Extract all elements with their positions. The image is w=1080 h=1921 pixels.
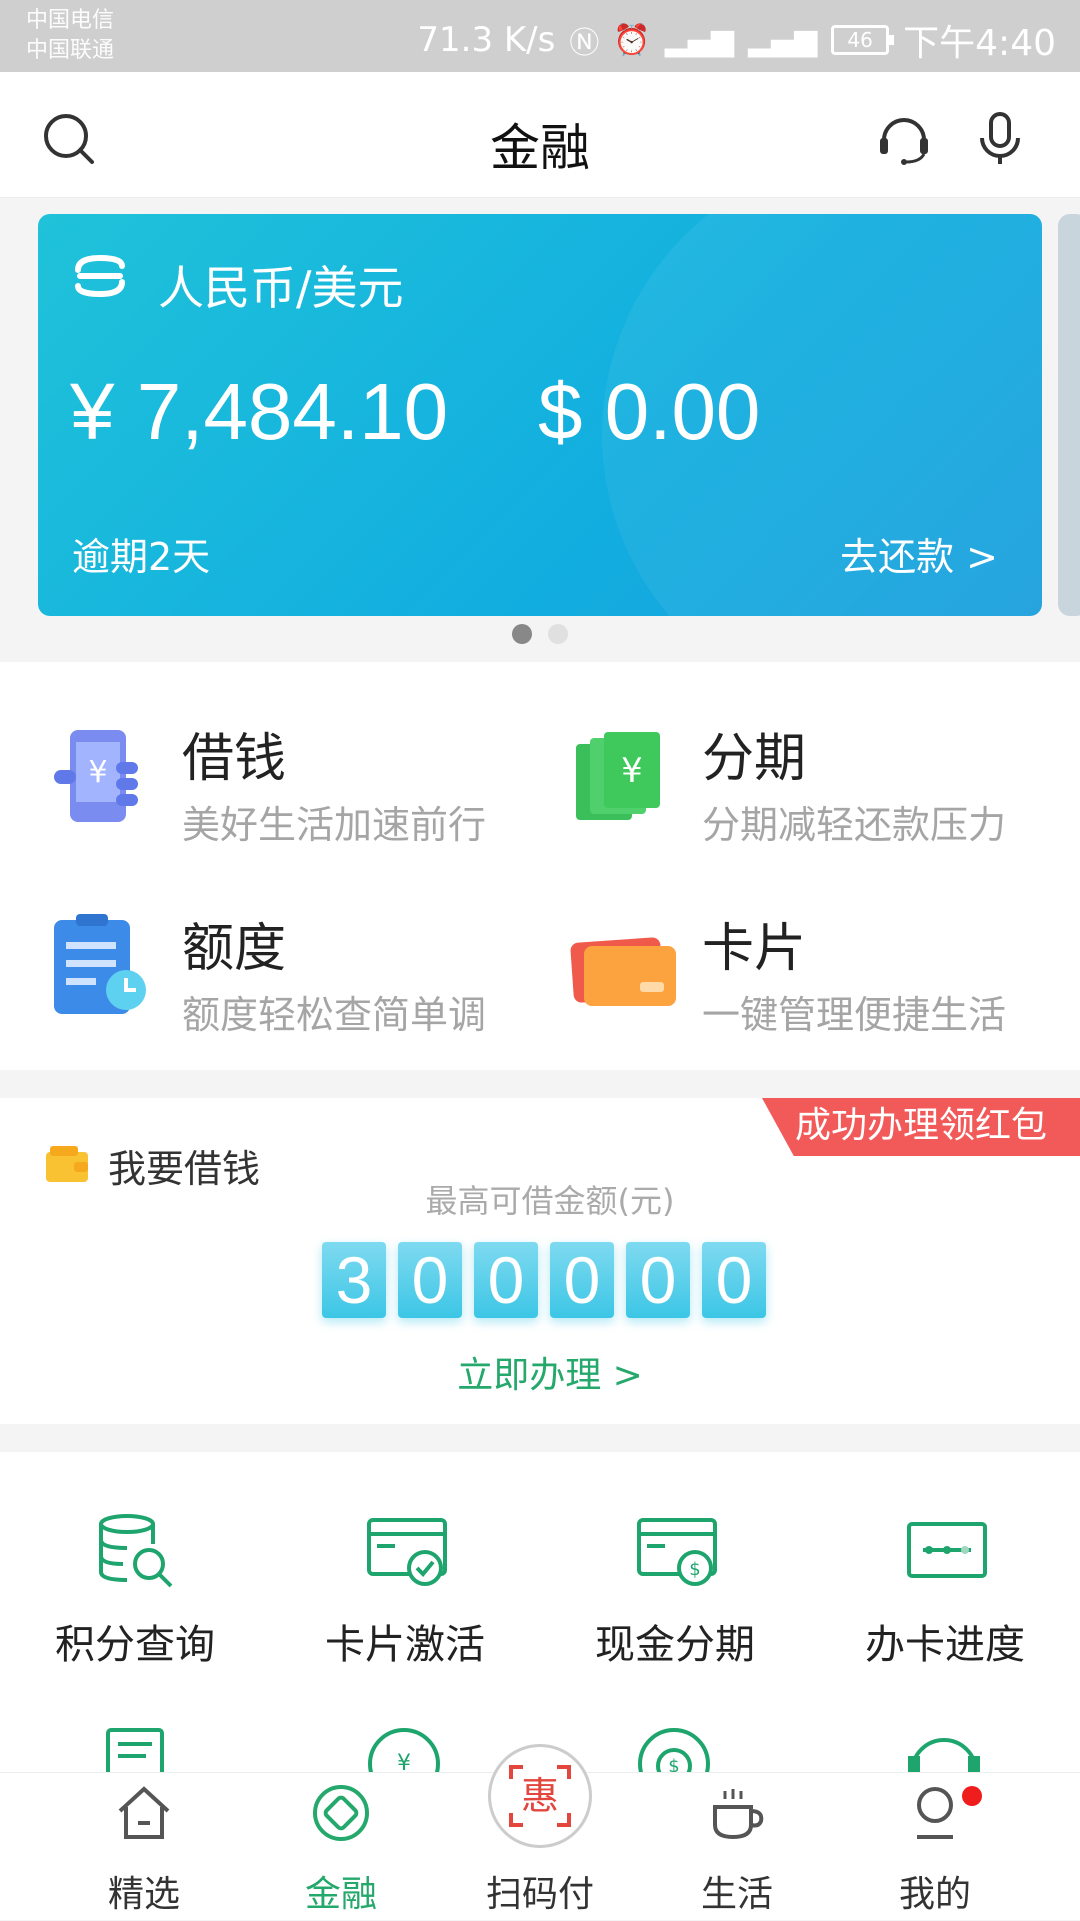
service-name: 额度 — [182, 919, 287, 979]
headset-icon[interactable] — [876, 110, 932, 166]
service-name: 卡片 — [702, 919, 807, 979]
service-borrow[interactable]: ¥ 借钱 美好生活加速前行 — [50, 702, 570, 862]
home-icon — [118, 1786, 170, 1839]
tool-points-query[interactable]: 积分查询 — [0, 1452, 270, 1668]
bank-logo-icon — [75, 254, 125, 298]
carrier-2: 中国联通 — [26, 38, 115, 63]
yuan-circle-icon[interactable]: ¥ — [364, 1724, 444, 1772]
signal-4g-icon: ▂▄▆ — [664, 22, 734, 58]
document-icon[interactable] — [100, 1726, 170, 1772]
services-grid: ¥ 借钱 美好生活加速前行 ¥ 分期 分期减轻还款压力 额度 额度轻松查简单调 … — [0, 662, 1080, 1070]
service-card[interactable]: 卡片 一键管理便捷生活 — [570, 892, 1080, 1052]
scan-pay-button[interactable]: 惠 — [488, 1744, 592, 1848]
scan-hui-icon: 惠 — [509, 1765, 571, 1827]
tab-featured[interactable]: 精选 — [44, 1773, 244, 1921]
tool-label: 积分查询 — [55, 1622, 215, 1668]
carrier-1: 中国电信 — [26, 8, 115, 33]
status-indicators: 71.3 K/s Ⓝ ⏰ ▂▄▆ ▂▄▆ 46 下午4:40 — [417, 14, 1056, 66]
overdue-status: 逾期2天 — [72, 535, 211, 579]
svg-text:¥: ¥ — [621, 751, 643, 791]
amount-digit: 0 — [626, 1242, 690, 1318]
repay-link[interactable]: 去还款 > — [840, 526, 998, 581]
tab-label: 金融 — [304, 1874, 377, 1915]
amount-digit: 0 — [474, 1242, 538, 1318]
cup-icon — [713, 1789, 764, 1840]
signal-3g-icon: ▂▄▆ — [747, 22, 818, 58]
network-speed: 71.3 K/s — [417, 20, 556, 60]
battery-icon: 46 — [831, 25, 895, 55]
alarm-icon: ⏰ — [613, 22, 651, 58]
service-desc: 额度轻松查简单调 — [182, 993, 487, 1037]
apply-now-link[interactable]: 立即办理 > — [0, 1346, 1080, 1398]
amount-digit: 0 — [550, 1242, 614, 1318]
tab-me[interactable]: 我的 — [835, 1773, 1035, 1921]
app-header: 金融 — [0, 72, 1080, 198]
tab-label: 生活 — [700, 1874, 773, 1915]
service-desc: 分期减轻还款压力 — [702, 803, 1007, 847]
clock: 下午4:40 — [903, 23, 1056, 64]
tool-card-activation[interactable]: 卡片激活 — [270, 1452, 540, 1668]
credit-card-summary[interactable]: 人民币/美元 ¥ 7,484.10 $ 0.00 逾期2天 去还款 > — [38, 214, 1042, 616]
notification-dot — [962, 1786, 982, 1806]
card-currency: 人民币/美元 — [158, 261, 404, 315]
cards-icon — [570, 937, 676, 1006]
amount-digit: 0 — [702, 1242, 766, 1318]
status-bar: 中国电信 中国联通 71.3 K/s Ⓝ ⏰ ▂▄▆ ▂▄▆ 46 下午4:40 — [0, 0, 1080, 72]
loan-section: 成功办理领红包 我要借钱 最高可借金额(元) 3 0 0 0 0 0 立即办理 … — [0, 1098, 1080, 1424]
tool-label: 卡片激活 — [325, 1622, 485, 1668]
svg-text:¥: ¥ — [88, 755, 107, 790]
red-packet-ribbon[interactable]: 成功办理领红包 — [762, 1098, 1080, 1156]
progress-icon — [907, 1522, 987, 1578]
service-desc: 美好生活加速前行 — [182, 803, 487, 847]
service-name: 分期 — [702, 729, 807, 789]
svg-text:$: $ — [689, 1559, 700, 1580]
carousel-dot-2[interactable] — [548, 624, 568, 644]
next-card-peek[interactable] — [1058, 214, 1080, 616]
amount-digit: 3 — [322, 1242, 386, 1318]
tool-cash-installment[interactable]: $ 现金分期 — [540, 1452, 810, 1668]
svg-text:¥: ¥ — [397, 1751, 411, 1772]
carousel-dot-1[interactable] — [512, 624, 532, 644]
nfc-icon: Ⓝ — [569, 26, 600, 61]
tool-label: 现金分期 — [595, 1622, 755, 1668]
database-search-icon — [99, 1514, 173, 1588]
service-name: 借钱 — [182, 729, 287, 789]
finance-icon — [313, 1785, 369, 1841]
scan-badge-text: 惠 — [521, 1774, 559, 1818]
tab-label: 扫码付 — [485, 1874, 594, 1915]
dollar-refresh-icon[interactable]: $ — [634, 1724, 714, 1772]
tab-finance[interactable]: 金融 — [241, 1773, 441, 1921]
microphone-icon[interactable] — [972, 110, 1028, 166]
tab-label: 精选 — [107, 1874, 180, 1915]
amount-digit: 0 — [398, 1242, 462, 1318]
service-installment[interactable]: ¥ 分期 分期减轻还款压力 — [570, 702, 1080, 862]
usd-balance: $ 0.00 — [538, 367, 761, 456]
service-limit[interactable]: 额度 额度轻松查简单调 — [50, 892, 570, 1052]
headphones-icon[interactable] — [904, 1724, 984, 1772]
max-amount-label: 最高可借金额(元) — [425, 1182, 675, 1220]
tab-label: 我的 — [898, 1874, 971, 1915]
card-cash-icon: $ — [637, 1518, 717, 1586]
carrier-info: 中国电信 中国联通 — [26, 6, 114, 66]
user-icon — [917, 1787, 953, 1839]
tool-label: 办卡进度 — [865, 1622, 1025, 1668]
svg-text:$: $ — [668, 1756, 679, 1772]
money-stack-icon: ¥ — [576, 732, 660, 820]
tool-application-progress[interactable]: 办卡进度 — [810, 1452, 1080, 1668]
card-check-icon — [367, 1518, 447, 1586]
tools-grid: 积分查询 卡片激活 $ 现金分期 办卡进度 ¥ $ — [0, 1452, 1080, 1772]
cny-balance: ¥ 7,484.10 — [70, 367, 449, 456]
service-desc: 一键管理便捷生活 — [702, 993, 1007, 1037]
clipboard-clock-icon — [54, 914, 146, 1014]
tab-life[interactable]: 生活 — [637, 1773, 837, 1921]
max-amount-digits: 3 0 0 0 0 0 — [322, 1242, 766, 1318]
phone-money-icon: ¥ — [54, 730, 138, 822]
carousel-indicator — [0, 624, 1080, 644]
